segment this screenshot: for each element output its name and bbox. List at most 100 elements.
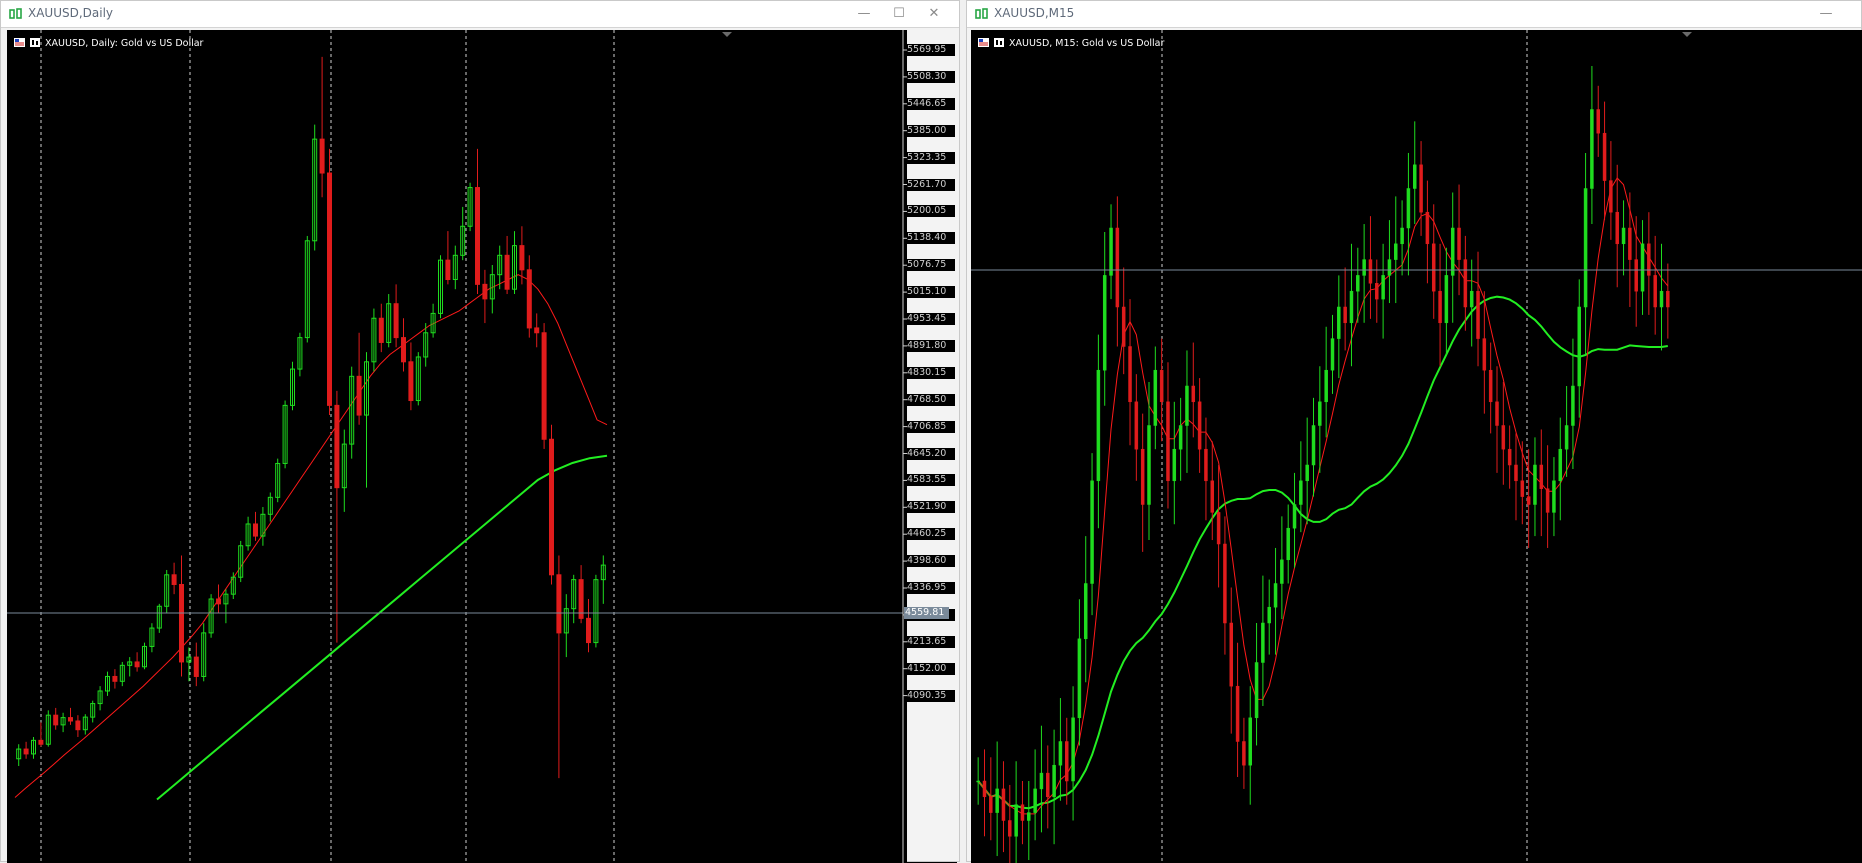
candle bbox=[1020, 781, 1025, 845]
candle bbox=[1109, 204, 1113, 300]
candle bbox=[1488, 342, 1493, 434]
candle bbox=[1305, 417, 1309, 525]
candle bbox=[1311, 397, 1316, 497]
minimize-icon[interactable]: — bbox=[1815, 4, 1837, 24]
price-tick-label: 4213.65 bbox=[907, 635, 955, 648]
candle bbox=[1349, 243, 1354, 367]
candle bbox=[1431, 204, 1436, 319]
candle bbox=[60, 712, 66, 733]
candle bbox=[1121, 267, 1126, 375]
candle bbox=[1261, 575, 1265, 706]
candle bbox=[38, 722, 44, 747]
candle bbox=[378, 303, 384, 353]
candle bbox=[600, 555, 606, 604]
candle bbox=[1248, 686, 1252, 805]
candle bbox=[1033, 749, 1037, 841]
candle bbox=[112, 669, 118, 689]
candle bbox=[105, 671, 110, 696]
price-tick-label: 5015.10 bbox=[907, 286, 955, 299]
price-tick-label: 4953.45 bbox=[907, 313, 955, 325]
candle bbox=[45, 710, 51, 747]
minimize-icon[interactable]: — bbox=[853, 4, 875, 24]
candle bbox=[1368, 216, 1373, 319]
price-tick-label: 4583.55 bbox=[907, 474, 955, 487]
candle bbox=[97, 686, 103, 711]
candle bbox=[556, 555, 562, 779]
candle bbox=[16, 744, 22, 767]
price-tick-label: 5323.35 bbox=[907, 151, 955, 164]
candle bbox=[1482, 291, 1487, 414]
candle bbox=[526, 255, 532, 338]
price-tick-label: 5200.05 bbox=[907, 205, 955, 218]
candle bbox=[1001, 761, 1006, 853]
candle bbox=[245, 516, 251, 551]
price-tick-label: 4398.60 bbox=[907, 555, 955, 568]
candle bbox=[1400, 200, 1404, 276]
candle bbox=[1280, 516, 1284, 620]
candle bbox=[1058, 698, 1063, 801]
price-tick-label: 4460.25 bbox=[907, 528, 955, 541]
close-icon[interactable]: ✕ bbox=[923, 4, 945, 24]
price-tick-label: 5385.00 bbox=[907, 124, 955, 137]
candle bbox=[393, 284, 399, 348]
window-title: XAUUSD,Daily bbox=[28, 6, 114, 20]
candle bbox=[216, 584, 221, 614]
candle bbox=[1128, 299, 1132, 446]
chart-canvas-daily[interactable]: XAUUSD, Daily: Gold vs US Dollar bbox=[7, 30, 907, 863]
chart-canvas-m15[interactable]: XAUUSD, M15: Gold vs US Dollar bbox=[971, 30, 1862, 863]
bid-price-label: 4559.81 bbox=[905, 607, 949, 619]
candle bbox=[319, 56, 325, 198]
window-titlebar[interactable]: XAUUSD,M15 — bbox=[967, 1, 1861, 28]
candle bbox=[563, 594, 569, 658]
candle bbox=[119, 661, 125, 687]
window-titlebar[interactable]: XAUUSD,Daily — ☐ ✕ bbox=[1, 1, 959, 28]
candle bbox=[1444, 247, 1449, 355]
candle bbox=[1558, 417, 1563, 521]
price-tick-label: 4645.20 bbox=[907, 447, 955, 460]
candle bbox=[452, 245, 458, 290]
candle bbox=[1577, 279, 1582, 418]
candle bbox=[1653, 235, 1657, 335]
candle bbox=[1027, 781, 1031, 860]
m15-candlestick-chart[interactable]: XAUUSD, M15: Gold vs US Dollar bbox=[971, 30, 1862, 863]
candle bbox=[371, 308, 377, 372]
price-tick-label: 4090.35 bbox=[907, 689, 955, 702]
candle bbox=[1425, 180, 1430, 284]
candle bbox=[1628, 192, 1632, 307]
candle bbox=[1216, 465, 1221, 588]
candle bbox=[1495, 366, 1499, 473]
price-tick-label: 4521.90 bbox=[907, 501, 955, 514]
candle bbox=[475, 148, 480, 295]
price-tick-label: 5569.95 bbox=[907, 44, 955, 56]
candle bbox=[90, 700, 96, 723]
candle bbox=[1096, 334, 1101, 529]
candle bbox=[534, 313, 540, 348]
candle bbox=[297, 332, 303, 377]
chart-flag-icon bbox=[14, 38, 25, 47]
chart-window-m15[interactable]: XAUUSD,M15 — XAUUSD, M15: Gold vs US Dol… bbox=[966, 0, 1862, 863]
candle bbox=[1166, 362, 1170, 509]
candle bbox=[1533, 437, 1537, 537]
maximize-icon[interactable]: ☐ bbox=[888, 4, 910, 24]
candle bbox=[1178, 397, 1183, 481]
candle bbox=[1223, 516, 1227, 655]
candle bbox=[386, 294, 392, 348]
candle bbox=[1071, 686, 1075, 821]
candle bbox=[482, 269, 488, 324]
candle bbox=[1242, 717, 1246, 789]
candle bbox=[1197, 378, 1202, 473]
chart-window-daily[interactable]: XAUUSD,Daily — ☐ ✕ XAUUSD, Daily: Gold v… bbox=[0, 0, 960, 863]
price-tick-label: 5508.30 bbox=[907, 70, 955, 83]
ma-slow-line bbox=[977, 295, 1668, 810]
candle bbox=[504, 235, 510, 295]
candle bbox=[223, 589, 229, 624]
shift-marker bbox=[722, 32, 732, 37]
price-tick-label: 4706.85 bbox=[907, 420, 955, 433]
candle bbox=[1602, 101, 1607, 221]
candle bbox=[541, 323, 547, 449]
candle bbox=[1583, 152, 1588, 355]
candle bbox=[578, 565, 584, 624]
daily-candlestick-chart[interactable]: XAUUSD, Daily: Gold vs US Dollar bbox=[7, 30, 907, 863]
candle bbox=[1457, 184, 1461, 296]
candle bbox=[1615, 164, 1619, 288]
